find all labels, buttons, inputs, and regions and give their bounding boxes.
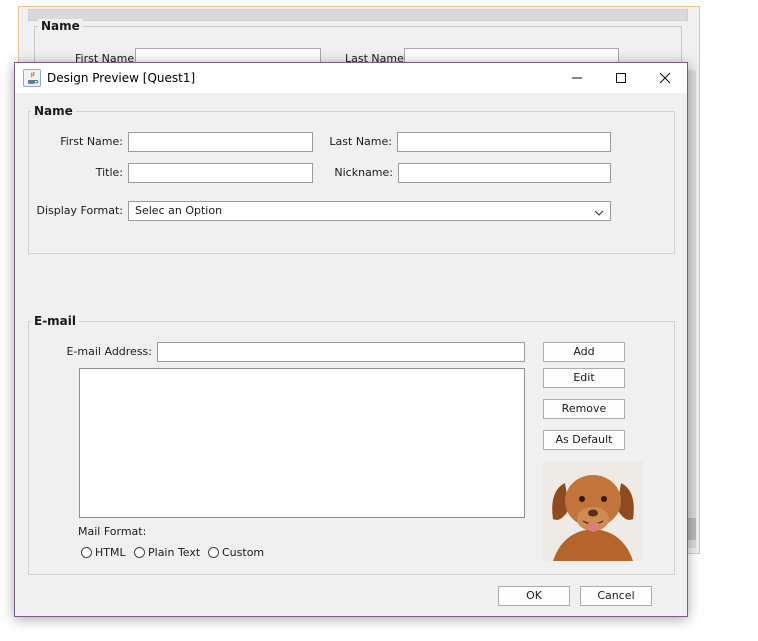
- maximize-button[interactable]: [599, 63, 643, 93]
- format-option-html[interactable]: HTML: [81, 546, 126, 559]
- title-label: Title:: [95, 166, 123, 179]
- format-option-html-label: HTML: [95, 546, 126, 559]
- ok-button[interactable]: OK: [498, 586, 570, 606]
- dog-photo: [543, 461, 643, 561]
- chevron-down-icon: [594, 206, 604, 224]
- first-name-field[interactable]: [128, 132, 313, 152]
- format-option-custom-label: Custom: [222, 546, 265, 559]
- email-address-field[interactable]: [157, 342, 525, 362]
- radio-custom[interactable]: [208, 547, 219, 558]
- last-name-label: Last Name:: [329, 135, 392, 148]
- as-default-button[interactable]: As Default: [543, 430, 625, 450]
- minimize-button[interactable]: [555, 63, 599, 93]
- design-preview-dialog: Design Preview [Quest1] Name First Name:…: [14, 62, 688, 617]
- maximize-icon: [616, 73, 626, 83]
- radio-plain-text[interactable]: [134, 547, 145, 558]
- nickname-field[interactable]: [398, 163, 611, 183]
- close-button[interactable]: [643, 63, 687, 93]
- title-bar[interactable]: Design Preview [Quest1]: [15, 63, 687, 93]
- java-coffee-cup-icon: [23, 69, 41, 87]
- display-format-select[interactable]: Selec an Option: [128, 201, 611, 221]
- email-address-label: E-mail Address:: [66, 345, 153, 358]
- name-group-title: Name: [31, 104, 76, 118]
- nickname-label: Nickname:: [334, 166, 393, 179]
- format-option-plain-text[interactable]: Plain Text: [134, 546, 200, 559]
- display-format-label: Display Format:: [36, 204, 123, 217]
- edit-button[interactable]: Edit: [543, 368, 625, 388]
- minimize-icon: [572, 77, 582, 79]
- format-option-plain-text-label: Plain Text: [148, 546, 201, 559]
- format-option-custom[interactable]: Custom: [208, 546, 264, 559]
- background-name-group-title: Name: [38, 19, 83, 33]
- display-format-value: Selec an Option: [135, 204, 223, 217]
- cancel-button[interactable]: Cancel: [580, 586, 652, 606]
- designer-top-bar: [28, 9, 688, 21]
- email-group-title: E-mail: [31, 314, 80, 328]
- email-list[interactable]: [79, 368, 525, 518]
- add-button[interactable]: Add: [543, 342, 625, 362]
- window-title: Design Preview [Quest1]: [47, 71, 196, 85]
- remove-button[interactable]: Remove: [543, 399, 625, 419]
- last-name-field[interactable]: [397, 132, 611, 152]
- close-icon: [659, 72, 671, 84]
- radio-html[interactable]: [81, 547, 92, 558]
- title-field[interactable]: [128, 163, 313, 183]
- first-name-label: First Name:: [60, 135, 123, 148]
- mail-format-label: Mail Format:: [78, 525, 147, 538]
